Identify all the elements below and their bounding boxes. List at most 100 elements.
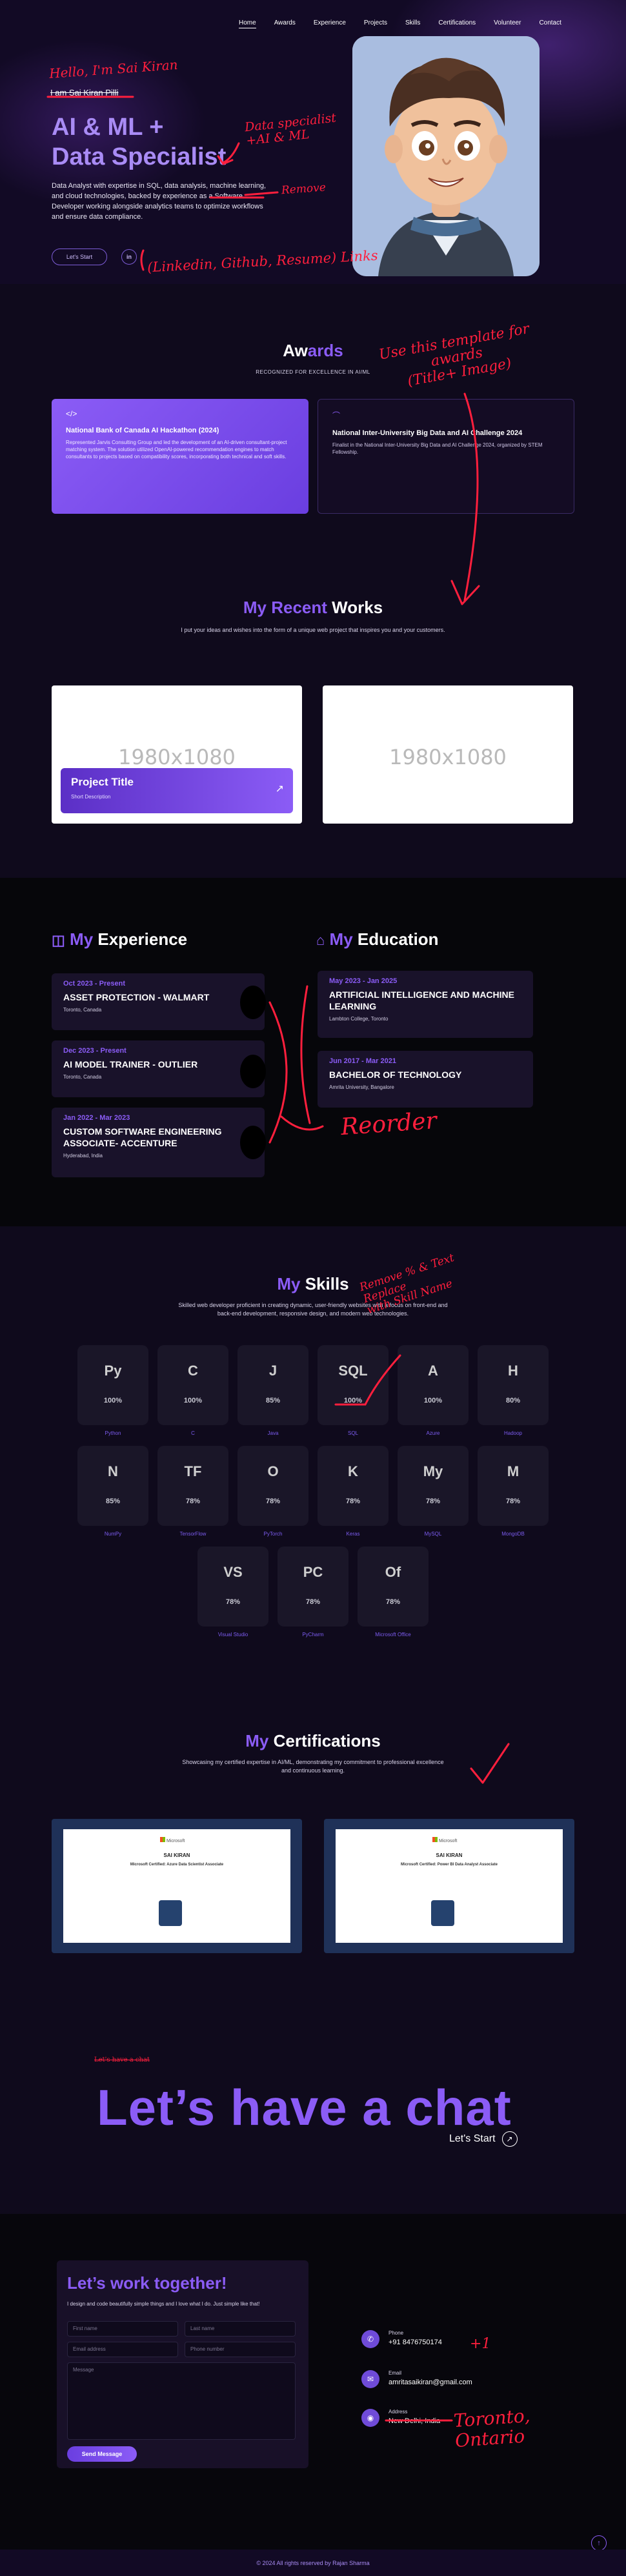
contact-phone: ✆ Phone +91 8476750174 — [361, 2330, 442, 2348]
microsoft-office-icon: Of — [385, 1564, 401, 1580]
skill-name: Hadoop — [503, 1430, 523, 1436]
send-message-button[interactable]: Send Message — [67, 2446, 137, 2462]
skill-name: NumPy — [104, 1531, 122, 1537]
works-subtitle: I put your ideas and wishes into the for… — [181, 627, 445, 633]
skill-percent: 78% — [425, 1497, 441, 1505]
experience-item: Oct 2023 - Present ASSET PROTECTION - WA… — [52, 973, 265, 1030]
microsoft-logo-icon: Microsoft — [160, 1837, 185, 1843]
location-icon: ◉ — [361, 2409, 379, 2427]
arrow-up-right-icon[interactable]: ↗ — [276, 782, 284, 795]
skill-name: C — [191, 1430, 195, 1436]
email-icon: ✉ — [361, 2370, 379, 2388]
skill-percent: 78% — [385, 1598, 401, 1606]
nav-contact[interactable]: Contact — [539, 19, 561, 28]
lets-start-button[interactable]: Let's Start — [52, 248, 107, 265]
works-title: My Recent Works — [243, 598, 383, 617]
skill-percent: 80% — [505, 1397, 521, 1405]
certificate-image: Microsoft SAI KIRAN Microsoft Certified:… — [63, 1829, 290, 1943]
skill-name: PyCharm — [302, 1632, 324, 1638]
skill-name: TensorFlow — [179, 1531, 207, 1537]
annotation-toronto: Toronto, Ontario — [452, 2404, 531, 2451]
annotation-strike: Let's have a chat — [94, 2056, 150, 2064]
skill-card: C 100% — [157, 1345, 228, 1425]
visual-studio-icon: VS — [223, 1564, 243, 1580]
award-card[interactable]: </> National Bank of Canada AI Hackathon… — [52, 399, 308, 514]
annotation-plus1: +1 — [470, 2336, 491, 2352]
first-name-input[interactable]: First name — [67, 2321, 178, 2337]
scroll-top-button[interactable]: ↑ — [591, 2535, 607, 2551]
phone-icon: ✆ — [361, 2330, 379, 2348]
chat-start-link[interactable]: Let's Start ↗ — [449, 2131, 518, 2147]
hadoop-icon: H — [508, 1363, 518, 1379]
skill-card: Of 78% — [358, 1547, 429, 1627]
certificate-card[interactable]: Microsoft SAI KIRAN Microsoft Certified:… — [52, 1819, 302, 1953]
skills-title: My Skills — [277, 1274, 349, 1293]
skill-card: TF 78% — [157, 1446, 228, 1526]
footer-copyright: © 2024 All rights reserved by Rajan Shar… — [256, 2560, 370, 2566]
mongodb-icon: M — [507, 1463, 520, 1479]
email-input[interactable]: Email address — [67, 2342, 178, 2357]
award-title: National Bank of Canada AI Hackathon (20… — [66, 427, 219, 434]
skill-percent: 78% — [305, 1598, 321, 1606]
keras-icon: K — [348, 1463, 358, 1479]
skill-card: Py 100% — [77, 1345, 148, 1425]
arrow-up-right-icon[interactable]: ↗ — [501, 2131, 518, 2147]
education-item: May 2023 - Jan 2025 ARTIFICIAL INTELLIGE… — [318, 971, 533, 1038]
awards-subtitle: RECOGNIZED FOR EXCELLENCE IN AI/ML — [256, 369, 370, 375]
last-name-input[interactable]: Last name — [185, 2321, 296, 2337]
nav-home[interactable]: Home — [239, 19, 256, 28]
nav-projects[interactable]: Projects — [364, 19, 387, 28]
image-placeholder: 1980x1080 — [389, 745, 507, 769]
nav-awards[interactable]: Awards — [274, 19, 296, 28]
award-card[interactable]: ⌒ National Inter-University Big Data and… — [318, 399, 574, 514]
nav-certifications[interactable]: Certifications — [438, 19, 476, 28]
contact-address: ◉ Address New Delhi, India — [361, 2409, 440, 2427]
microsoft-logo-icon: Microsoft — [432, 1837, 457, 1843]
skill-percent: 78% — [265, 1497, 281, 1505]
message-textarea[interactable]: Message — [67, 2362, 296, 2440]
nav-skills[interactable]: Skills — [405, 19, 420, 28]
project-title: Project Title — [71, 776, 134, 788]
contact-title: Let’s work together! — [67, 2273, 227, 2293]
certificate-card[interactable]: Microsoft SAI KIRAN Microsoft Certified:… — [324, 1819, 574, 1953]
phone-input[interactable]: Phone number — [185, 2342, 296, 2357]
skill-card: N 85% — [77, 1446, 148, 1526]
education-title: ⌂ My Education — [316, 929, 439, 949]
skill-name: Python — [105, 1430, 121, 1436]
project-overlay: Project Title Short Description ↗ — [61, 768, 293, 813]
skill-card: M 78% — [478, 1446, 549, 1526]
pytorch-icon: O — [267, 1463, 279, 1479]
project-card[interactable]: 1980x1080 — [323, 685, 573, 824]
nav-experience[interactable]: Experience — [314, 19, 346, 28]
contact-email: ✉ Email amritasaikiran@gmail.com — [361, 2370, 472, 2388]
azure-icon: A — [428, 1363, 438, 1379]
skill-percent: 85% — [265, 1397, 281, 1405]
skill-card: SQL 100% — [318, 1345, 389, 1425]
image-placeholder: 1980x1080 — [118, 745, 236, 769]
top-nav: Home Awards Experience Projects Skills C… — [239, 19, 561, 28]
skill-name: SQL — [347, 1430, 358, 1436]
certifications-title: My Certifications — [245, 1731, 381, 1750]
hero-greeting: I am Sai Kiran Pilli — [50, 88, 119, 97]
certifications-subtitle: Showcasing my certified expertise in AI/… — [182, 1759, 444, 1774]
python-icon: Py — [104, 1363, 122, 1379]
hero-description: Data Analyst with expertise in SQL, data… — [52, 182, 267, 221]
skill-card: H 80% — [478, 1345, 549, 1425]
tensorflow-icon: TF — [184, 1463, 202, 1479]
certificate-badge-icon — [431, 1900, 454, 1926]
hero-title: AI & ML + Data Specialist — [52, 114, 227, 170]
skill-card: My 78% — [398, 1446, 469, 1526]
contact-subtitle: I design and code beautifully simple thi… — [67, 2301, 260, 2307]
nav-volunteer[interactable]: Volunteer — [494, 19, 521, 28]
skill-card: J 85% — [237, 1345, 308, 1425]
contact-form: Let’s work together! I design and code b… — [57, 2260, 308, 2468]
sql-icon: SQL — [338, 1363, 368, 1379]
award-icon: ⌒ — [332, 411, 341, 420]
project-desc: Short Description — [71, 794, 111, 800]
skill-percent: 85% — [105, 1497, 121, 1505]
code-icon: </> — [66, 409, 77, 418]
skill-name: PyTorch — [263, 1531, 283, 1537]
project-card[interactable]: 1980x1080 Project Title Short Descriptio… — [52, 685, 302, 824]
mysql-icon: My — [423, 1463, 443, 1479]
linkedin-button[interactable]: in — [121, 249, 137, 265]
